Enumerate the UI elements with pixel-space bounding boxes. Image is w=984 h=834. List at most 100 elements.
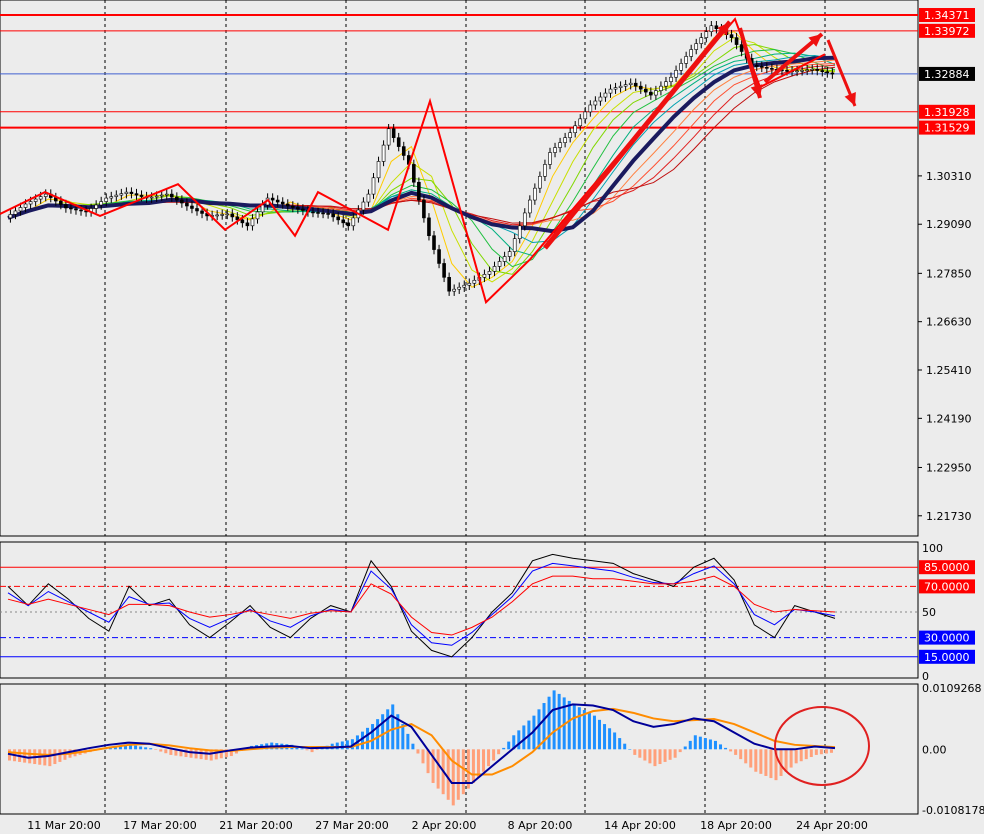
- candle-body: [195, 208, 199, 212]
- candle-body: [59, 200, 63, 205]
- macd-hist-bar: [502, 747, 506, 750]
- candle-body: [558, 142, 562, 148]
- macd-hist-bar: [703, 738, 707, 750]
- macd-hist-bar: [592, 715, 596, 750]
- candle-body: [99, 201, 103, 206]
- macd-hist-bar: [134, 745, 138, 750]
- candle-body: [492, 266, 497, 272]
- candle-body: [225, 213, 230, 216]
- candle-body: [94, 204, 98, 209]
- macd-hist-bar: [522, 725, 526, 750]
- macd-hist-bar: [794, 749, 798, 764]
- candle-body: [28, 201, 33, 205]
- macd-hist-bar: [381, 714, 385, 750]
- candle-body: [376, 161, 381, 179]
- macd-hist-bar: [577, 707, 581, 750]
- macd-hist-bar: [587, 712, 591, 750]
- macd-hist-bar: [507, 741, 511, 750]
- candle-body: [588, 104, 593, 113]
- candle-body: [472, 279, 477, 284]
- candle-body: [396, 137, 401, 147]
- candle-body: [785, 70, 789, 72]
- candle-body: [417, 181, 421, 201]
- candle-body: [291, 205, 295, 208]
- candle-body: [79, 209, 83, 212]
- candle-body: [613, 87, 618, 90]
- macd-hist-bar: [719, 744, 723, 750]
- candle-body: [538, 175, 542, 189]
- candle-body: [33, 198, 38, 202]
- candle-body: [593, 100, 598, 106]
- candle-body: [250, 218, 255, 227]
- macd-hist-bar: [824, 749, 828, 754]
- candle-body: [361, 201, 366, 211]
- candle-body: [18, 207, 23, 212]
- x-tick-label: 8 Apr 20:00: [508, 819, 573, 832]
- candle-body: [129, 191, 134, 194]
- macd-hist-bar: [804, 749, 808, 760]
- macd-hist-bar: [194, 749, 198, 759]
- candle-body: [664, 81, 668, 87]
- price-tick-label: 1.29090: [926, 218, 972, 231]
- macd-hist-bar: [48, 749, 52, 767]
- macd-hist-bar: [643, 749, 647, 761]
- osc-level-label: 85.0000: [924, 561, 970, 574]
- macd-hist-bar: [729, 749, 733, 752]
- macd-hist-bar: [144, 747, 148, 750]
- osc-tick-label: 100: [922, 542, 943, 555]
- candle-body: [74, 208, 78, 211]
- macd-hist-bar: [436, 749, 440, 789]
- candle-body: [240, 219, 245, 224]
- candle-body: [578, 118, 583, 127]
- candle-body: [714, 25, 719, 30]
- macd-hist-bar: [139, 746, 143, 750]
- candle-body: [391, 128, 396, 138]
- macd-hist-bar: [708, 739, 712, 750]
- macd-hist-bar: [673, 749, 677, 758]
- candle-body: [618, 85, 623, 88]
- candle-body: [452, 288, 456, 292]
- macd-hist-bar: [734, 749, 738, 755]
- candle-body: [341, 219, 346, 224]
- macd-hist-bar: [497, 749, 501, 755]
- macd-hist-bar: [809, 749, 813, 758]
- macd-hist-bar: [411, 743, 415, 750]
- macd-hist-bar: [668, 749, 672, 760]
- candle-body: [139, 194, 144, 197]
- candle-body: [316, 212, 320, 214]
- candle-body: [301, 208, 305, 211]
- macd-hist-bar: [638, 749, 642, 758]
- macd-hist-bar: [300, 748, 304, 750]
- candle-body: [336, 216, 340, 221]
- macd-hist-bar: [814, 749, 818, 755]
- candle-body: [149, 196, 154, 199]
- candle-body: [638, 85, 643, 90]
- macd-hist-bar: [315, 749, 319, 751]
- price-level-label: 1.34371: [924, 9, 970, 22]
- candle-body: [709, 25, 714, 32]
- x-tick-label: 27 Mar 20:00: [315, 819, 388, 832]
- macd-hist-bar: [633, 749, 637, 755]
- candle-body: [699, 37, 704, 44]
- candle-body: [175, 196, 179, 201]
- candle-body: [583, 111, 588, 120]
- macd-hist-bar: [53, 749, 57, 765]
- candle-body: [654, 90, 658, 96]
- x-tick-label: 11 Mar 20:00: [27, 819, 100, 832]
- macd-hist-bar: [683, 746, 687, 750]
- osc-level-label: 70.0000: [924, 580, 970, 593]
- candle-body: [321, 212, 325, 215]
- candle-body: [462, 284, 467, 288]
- candle-body: [497, 261, 502, 267]
- macd-tick-label: -0.0108178: [922, 804, 984, 817]
- macd-hist-bar: [628, 749, 632, 750]
- macd-tick-label: 0.00: [922, 743, 947, 756]
- candle-body: [109, 196, 114, 199]
- candle-body: [280, 201, 285, 205]
- macd-hist-bar: [744, 749, 748, 764]
- macd-hist-bar: [421, 749, 425, 764]
- macd-hist-bar: [623, 743, 627, 750]
- candle-body: [759, 66, 764, 68]
- candle-body: [381, 144, 386, 162]
- candle-body: [659, 85, 663, 91]
